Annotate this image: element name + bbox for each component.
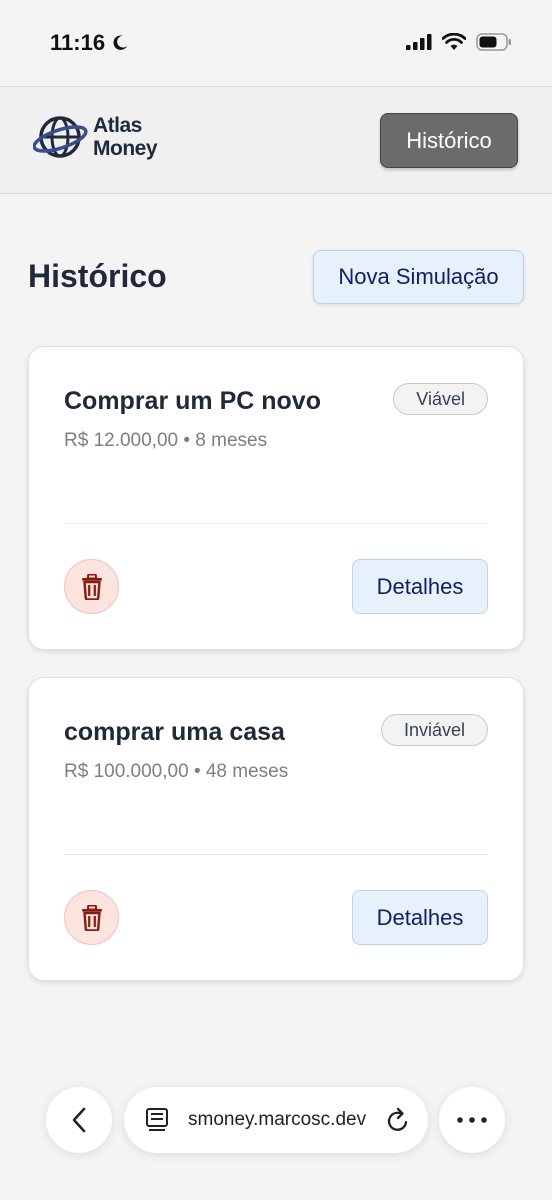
- simulation-summary: R$ 100.000,00 • 48 meses: [64, 761, 289, 782]
- details-button[interactable]: Detalhes: [352, 890, 488, 945]
- globe-logo-icon: [33, 116, 88, 158]
- logo-line-1: Atlas: [93, 114, 142, 137]
- reader-icon[interactable]: [146, 1108, 168, 1132]
- card-divider: [64, 854, 488, 855]
- history-nav-button[interactable]: Histórico: [380, 113, 518, 168]
- simulation-title: comprar uma casa: [64, 718, 285, 746]
- more-icon: [457, 1117, 487, 1123]
- card-divider: [64, 523, 488, 524]
- simulation-card: comprar uma casa Inviável R$ 100.000,00 …: [28, 677, 524, 981]
- delete-button[interactable]: [64, 890, 119, 945]
- battery-icon: [476, 33, 511, 51]
- simulation-summary: R$ 12.000,00 • 8 meses: [64, 430, 268, 451]
- app-header: Atlas Money Histórico: [0, 86, 552, 194]
- trash-icon: [81, 573, 102, 600]
- status-badge: Viável: [393, 383, 488, 415]
- simulation-title: Comprar um PC novo: [64, 387, 321, 415]
- simulation-card: Comprar um PC novo Viável R$ 12.000,00 •…: [28, 346, 524, 650]
- new-simulation-button[interactable]: Nova Simulação: [313, 250, 524, 304]
- clock-label: 11:16: [50, 30, 106, 55]
- status-time: 11:16: [50, 30, 129, 56]
- status-icons: [406, 33, 512, 51]
- trash-icon: [81, 904, 102, 931]
- browser-more-button[interactable]: [439, 1087, 505, 1153]
- wifi-icon: [442, 33, 466, 50]
- address-bar[interactable]: smoney.marcosc.dev: [124, 1087, 428, 1153]
- moon-icon: [113, 35, 128, 50]
- browser-back-button[interactable]: [46, 1087, 112, 1153]
- logo-line-2: Money: [93, 137, 158, 160]
- logo[interactable]: Atlas Money: [33, 113, 158, 161]
- delete-button[interactable]: [64, 559, 119, 614]
- status-badge: Inviável: [380, 714, 488, 746]
- back-icon: [72, 1107, 86, 1133]
- page-title: Histórico: [28, 258, 167, 294]
- logo-text: Atlas Money: [93, 114, 158, 160]
- status-bar: 11:16: [0, 0, 552, 86]
- reload-icon[interactable]: [386, 1107, 410, 1133]
- details-button[interactable]: Detalhes: [352, 559, 488, 614]
- url-text[interactable]: smoney.marcosc.dev: [188, 1109, 366, 1131]
- signal-icon: [406, 34, 432, 50]
